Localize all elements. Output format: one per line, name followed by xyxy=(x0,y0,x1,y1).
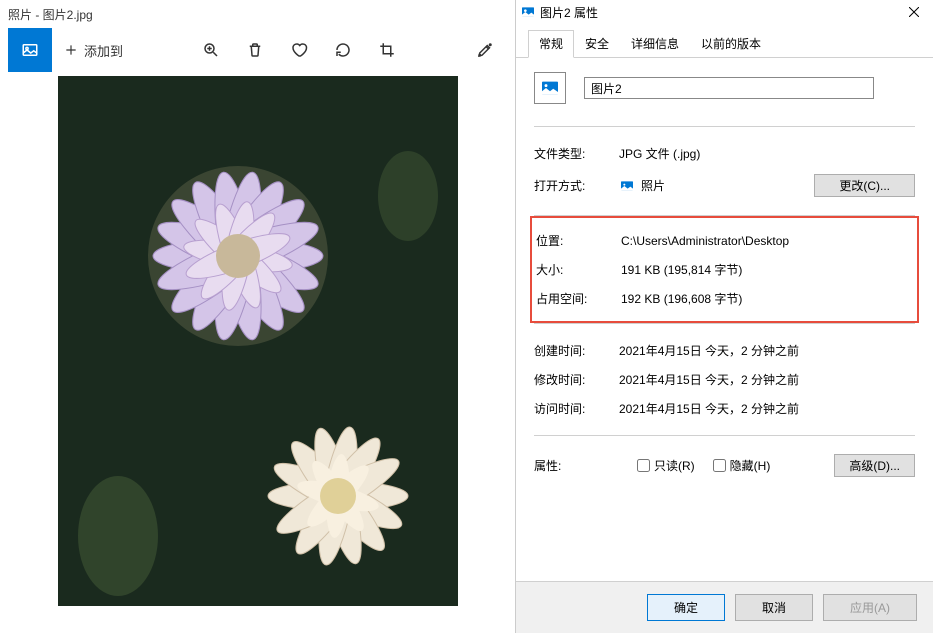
advanced-button[interactable]: 高级(D)... xyxy=(834,454,915,477)
diskspace-label: 占用空间: xyxy=(536,290,621,307)
dialog-tabs: 常规 安全 详细信息 以前的版本 xyxy=(516,24,933,58)
created-label: 创建时间: xyxy=(534,342,619,359)
accessed-label: 访问时间: xyxy=(534,400,619,417)
cancel-button[interactable]: 取消 xyxy=(735,594,813,621)
tab-content-general: 文件类型: JPG 文件 (.jpg) 打开方式: 照片 更改(C)... 位置… xyxy=(516,58,933,581)
change-button[interactable]: 更改(C)... xyxy=(814,174,915,197)
location-value: C:\Users\Administrator\Desktop xyxy=(621,234,913,248)
heart-icon xyxy=(290,41,308,59)
zoom-button[interactable] xyxy=(189,28,233,72)
crop-icon xyxy=(378,41,396,59)
dialog-title: 图片2 属性 xyxy=(540,4,899,21)
ok-button[interactable]: 确定 xyxy=(647,594,725,621)
accessed-value: 2021年4月15日 今天，2 分钟之前 xyxy=(619,400,915,417)
close-icon xyxy=(909,7,919,17)
favorite-button[interactable] xyxy=(277,28,321,72)
file-header xyxy=(534,72,915,104)
modified-label: 修改时间: xyxy=(534,371,619,388)
openwith-label: 打开方式: xyxy=(534,177,619,194)
edit-button[interactable] xyxy=(463,28,507,72)
hidden-checkbox-wrap[interactable]: 隐藏(H) xyxy=(713,457,771,474)
photos-toolbar: 添加到 xyxy=(0,28,515,72)
diskspace-value: 192 KB (196,608 字节) xyxy=(621,290,913,307)
size-label: 大小: xyxy=(536,261,621,278)
openwith-value: 照片 xyxy=(641,177,665,194)
rotate-button[interactable] xyxy=(321,28,365,72)
photos-titlebar: 照片 - 图片2.jpg xyxy=(0,0,515,28)
close-button[interactable] xyxy=(899,2,929,22)
rotate-icon xyxy=(334,41,352,59)
add-to-button[interactable]: 添加到 xyxy=(52,28,135,72)
tab-details[interactable]: 详细信息 xyxy=(620,30,690,57)
delete-button[interactable] xyxy=(233,28,277,72)
dialog-file-icon xyxy=(520,4,536,20)
readonly-label: 只读(R) xyxy=(654,457,695,474)
crop-button[interactable] xyxy=(365,28,409,72)
photos-title-text: 照片 - 图片2.jpg xyxy=(8,6,93,23)
highlighted-section: 位置: C:\Users\Administrator\Desktop 大小: 1… xyxy=(530,216,919,323)
filename-input[interactable] xyxy=(584,77,874,99)
readonly-checkbox[interactable] xyxy=(637,459,650,472)
created-value: 2021年4月15日 今天，2 分钟之前 xyxy=(619,342,915,359)
openwith-app-icon xyxy=(619,178,635,194)
flower-photo-placeholder xyxy=(58,76,458,606)
edit-icon xyxy=(476,41,494,59)
file-icon xyxy=(534,72,566,104)
apply-button[interactable]: 应用(A) xyxy=(823,594,917,621)
readonly-checkbox-wrap[interactable]: 只读(R) xyxy=(637,457,695,474)
hidden-label: 隐藏(H) xyxy=(730,457,771,474)
tab-general[interactable]: 常规 xyxy=(528,30,574,58)
dialog-footer: 确定 取消 应用(A) xyxy=(516,581,933,633)
filetype-value: JPG 文件 (.jpg) xyxy=(619,145,915,162)
size-value: 191 KB (195,814 字节) xyxy=(621,261,913,278)
hidden-checkbox[interactable] xyxy=(713,459,726,472)
modified-value: 2021年4月15日 今天，2 分钟之前 xyxy=(619,371,915,388)
tab-previous-versions[interactable]: 以前的版本 xyxy=(690,30,772,57)
photos-app-window: 照片 - 图片2.jpg 添加到 xyxy=(0,0,515,633)
collection-button[interactable] xyxy=(8,28,52,72)
plus-icon xyxy=(64,43,78,57)
zoom-icon xyxy=(202,41,220,59)
add-to-label: 添加到 xyxy=(84,41,123,60)
photo-image[interactable] xyxy=(58,76,458,606)
image-icon xyxy=(21,41,39,59)
image-file-icon xyxy=(540,80,560,96)
dialog-titlebar: 图片2 属性 xyxy=(516,0,933,24)
attrs-label: 属性: xyxy=(534,457,619,474)
tab-security[interactable]: 安全 xyxy=(574,30,620,57)
properties-dialog: 图片2 属性 常规 安全 详细信息 以前的版本 文件类型: JPG 文件 (.j… xyxy=(515,0,933,633)
trash-icon xyxy=(246,41,264,59)
location-label: 位置: xyxy=(536,232,621,249)
filetype-label: 文件类型: xyxy=(534,145,619,162)
photo-viewer xyxy=(0,72,515,633)
